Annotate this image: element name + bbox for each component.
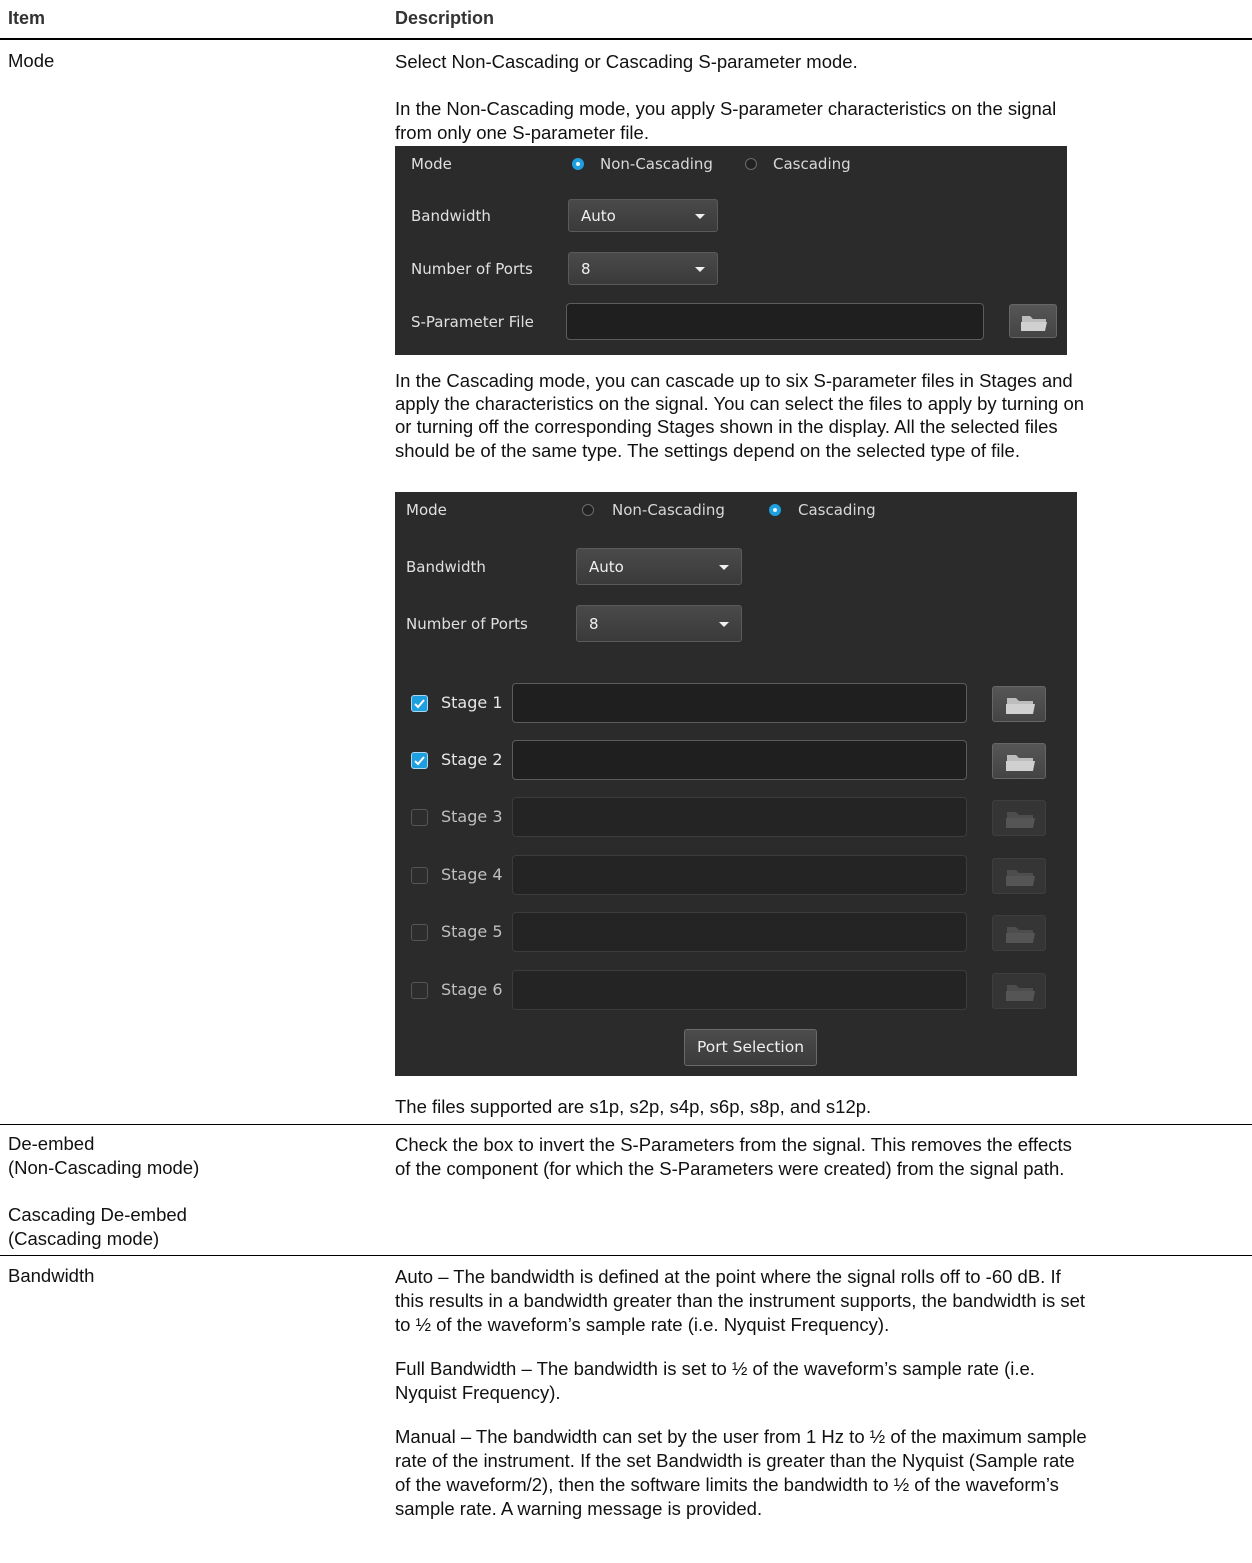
folder-icon: [1006, 698, 1035, 714]
mode-desc-cascading-line2: apply the characteristics on the signal.…: [395, 393, 1085, 414]
bandwidth-value: Auto: [581, 206, 616, 225]
ports-value: 8: [589, 614, 599, 633]
ports-label: Number of Ports: [406, 615, 528, 633]
port-selection-button[interactable]: Port Selection: [684, 1029, 817, 1066]
folder-icon: [1006, 927, 1035, 943]
stage-2-file-input[interactable]: [512, 740, 967, 780]
stage-2-browse-button[interactable]: [992, 743, 1046, 779]
row-item-deembed-line1: De-embed: [8, 1133, 95, 1154]
checkmark-icon: [414, 699, 425, 709]
bandwidth-dropdown[interactable]: Auto: [576, 548, 742, 585]
sparameter-file-label: S-Parameter File: [411, 313, 534, 331]
checkmark-icon: [414, 756, 425, 766]
ports-dropdown[interactable]: 8: [576, 605, 742, 642]
stage-3-file-input[interactable]: [512, 797, 967, 837]
mode-desc-cascading-line4: should be of the same type. The settings…: [395, 440, 1020, 461]
row-item-bandwidth: Bandwidth: [8, 1265, 95, 1286]
chevron-down-icon: [719, 564, 729, 570]
cascading-settings-panel: Mode Non-Cascading Cascading Bandwidth A…: [395, 492, 1077, 1076]
bandwidth-manual-line1: Manual – The bandwidth can set by the us…: [395, 1426, 1087, 1447]
radio-cascading[interactable]: [745, 158, 757, 170]
stage-1-browse-button[interactable]: [992, 686, 1046, 722]
stage-4-checkbox[interactable]: [411, 867, 428, 884]
stage-3-label: Stage 3: [441, 807, 503, 826]
folder-icon: [1006, 812, 1035, 828]
browse-file-button[interactable]: [1009, 304, 1057, 338]
mode-desc-noncascading-line1: In the Non-Cascading mode, you apply S-p…: [395, 98, 1057, 119]
mode-label: Mode: [406, 501, 447, 519]
stage-5-file-input[interactable]: [512, 912, 967, 952]
radio-noncascading[interactable]: [582, 504, 594, 516]
stage-6-label: Stage 6: [441, 980, 503, 999]
radio-noncascading[interactable]: [572, 158, 584, 170]
bandwidth-label: Bandwidth: [411, 207, 491, 225]
stage-1-checkbox[interactable]: [411, 695, 428, 712]
row-rule-bandwidth: [0, 1255, 1252, 1256]
bandwidth-manual-line2: rate of the instrument. If the set Bandw…: [395, 1450, 1075, 1471]
bandwidth-value: Auto: [589, 557, 624, 576]
stage-3-checkbox[interactable]: [411, 809, 428, 826]
bandwidth-auto-line2: this results in a bandwidth greater than…: [395, 1290, 1086, 1311]
noncascading-settings-panel: Mode Non-Cascading Cascading Bandwidth A…: [395, 146, 1067, 355]
column-header-description: Description: [395, 8, 495, 28]
mode-label: Mode: [411, 155, 452, 173]
radio-cascading-label[interactable]: Cascading: [773, 155, 851, 173]
bandwidth-full-line2: Nyquist Frequency).: [395, 1382, 561, 1403]
stage-6-browse-button[interactable]: [992, 973, 1046, 1009]
row-item-cascading-deembed-line2: (Cascading mode): [8, 1228, 160, 1249]
stage-6-file-input[interactable]: [512, 970, 967, 1010]
bandwidth-manual-line3: of the waveform/2), then the software li…: [395, 1474, 1059, 1495]
sparameter-file-input[interactable]: [566, 303, 984, 340]
stage-1-label: Stage 1: [441, 693, 503, 712]
mode-desc-cascading-line1: In the Cascading mode, you can cascade u…: [395, 370, 1073, 391]
bandwidth-dropdown[interactable]: Auto: [568, 199, 718, 232]
stage-6-checkbox[interactable]: [411, 982, 428, 999]
mode-desc-noncascading-line2: from only one S-parameter file.: [395, 122, 649, 143]
chevron-down-icon: [695, 213, 705, 219]
stage-1-file-input[interactable]: [512, 683, 967, 723]
bandwidth-full-line1: Full Bandwidth – The bandwidth is set to…: [395, 1358, 1035, 1379]
radio-noncascading-label[interactable]: Non-Cascading: [600, 155, 713, 173]
radio-cascading-label[interactable]: Cascading: [798, 501, 876, 519]
chevron-down-icon: [695, 266, 705, 272]
bandwidth-auto-line1: Auto – The bandwidth is defined at the p…: [395, 1266, 1061, 1287]
stage-5-browse-button[interactable]: [992, 915, 1046, 951]
stage-2-checkbox[interactable]: [411, 752, 428, 769]
header-rule: [0, 38, 1252, 40]
folder-icon: [1021, 316, 1047, 331]
radio-cascading[interactable]: [769, 504, 781, 516]
folder-icon: [1006, 870, 1035, 886]
deembed-desc-line1: Check the box to invert the S-Parameters…: [395, 1134, 1072, 1155]
ports-value: 8: [581, 259, 591, 278]
ports-label: Number of Ports: [411, 260, 533, 278]
bandwidth-manual-line4: sample rate. A warning message is provid…: [395, 1498, 763, 1519]
stage-5-label: Stage 5: [441, 922, 503, 941]
mode-desc-intro: Select Non-Cascading or Cascading S-para…: [395, 51, 858, 72]
bandwidth-label: Bandwidth: [406, 558, 486, 576]
chevron-down-icon: [719, 621, 729, 627]
folder-icon: [1006, 985, 1035, 1001]
ports-dropdown[interactable]: 8: [568, 252, 718, 285]
row-item-mode: Mode: [8, 50, 55, 71]
row-item-cascading-deembed-line1: Cascading De-embed: [8, 1204, 187, 1225]
row-item-deembed-line2: (Non-Cascading mode): [8, 1157, 200, 1178]
stage-4-label: Stage 4: [441, 865, 503, 884]
mode-desc-cascading-line3: or turning off the corresponding Stages …: [395, 416, 1058, 437]
stage-4-browse-button[interactable]: [992, 858, 1046, 894]
stage-4-file-input[interactable]: [512, 855, 967, 895]
bandwidth-auto-line3: to ½ of the waveform’s sample rate (i.e.…: [395, 1314, 890, 1335]
stage-3-browse-button[interactable]: [992, 800, 1046, 836]
folder-icon: [1006, 755, 1035, 771]
stage-2-label: Stage 2: [441, 750, 503, 769]
mode-desc-supported-files: The files supported are s1p, s2p, s4p, s…: [395, 1096, 872, 1117]
row-rule-deembed: [0, 1124, 1252, 1125]
column-header-item: Item: [8, 8, 46, 28]
stage-5-checkbox[interactable]: [411, 924, 428, 941]
deembed-desc-line2: of the component (for which the S-Parame…: [395, 1158, 1065, 1179]
radio-noncascading-label[interactable]: Non-Cascading: [612, 501, 725, 519]
